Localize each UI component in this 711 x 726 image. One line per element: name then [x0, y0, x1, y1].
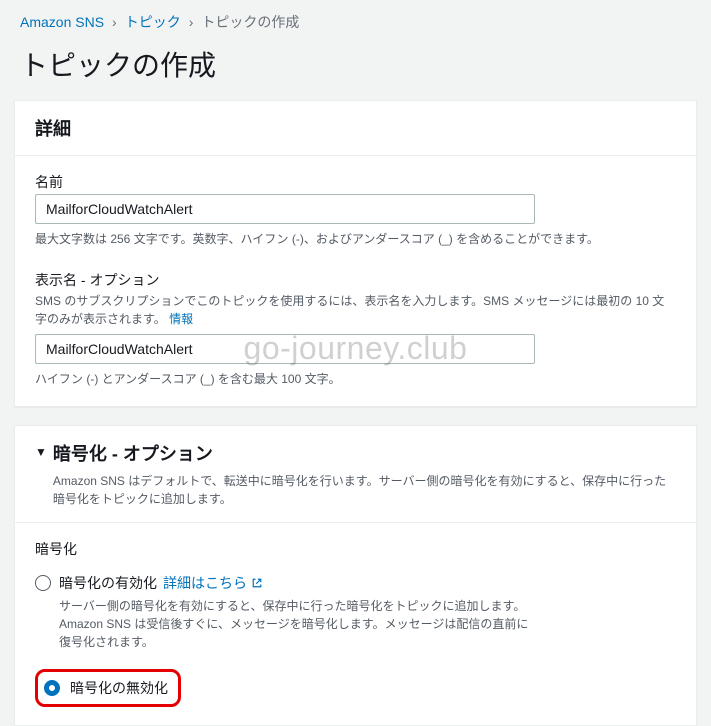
encryption-section-label: 暗号化 — [35, 539, 676, 559]
encryption-enable-option[interactable]: 暗号化の有効化 詳細はこちら サーバー側の暗号化を有効にすると、保存中に行った暗… — [35, 569, 676, 655]
display-name-field: 表示名 - オプション SMS のサブスクリプションでこのトピックを使用するには… — [35, 270, 676, 388]
encryption-header[interactable]: ▼ 暗号化 - オプション Amazon SNS はデフォルトで、転送中に暗号化… — [15, 426, 696, 523]
encryption-enable-desc: サーバー側の暗号化を有効にすると、保存中に行った暗号化をトピックに追加します。A… — [59, 597, 539, 651]
display-name-desc: SMS のサブスクリプションでこのトピックを使用するには、表示名を入力します。S… — [35, 292, 676, 328]
encryption-disable-option[interactable]: 暗号化の無効化 — [35, 669, 181, 707]
encryption-disable-label: 暗号化の無効化 — [70, 678, 168, 698]
breadcrumb-current: トピックの作成 — [201, 12, 299, 32]
encryption-radio-group: 暗号化の有効化 詳細はこちら サーバー側の暗号化を有効にすると、保存中に行った暗… — [35, 569, 676, 707]
radio-icon[interactable] — [44, 680, 60, 696]
encryption-learn-more-link[interactable]: 詳細はこちら — [163, 573, 263, 593]
chevron-right-icon: › — [112, 14, 117, 30]
display-name-input[interactable] — [35, 334, 535, 364]
breadcrumb: Amazon SNS › トピック › トピックの作成 — [0, 0, 711, 40]
encryption-header-title: 暗号化 - オプション — [53, 440, 676, 466]
name-field: 名前 最大文字数は 256 文字です。英数字、ハイフン (-)、およびアンダース… — [35, 172, 676, 248]
name-label: 名前 — [35, 172, 676, 192]
chevron-right-icon: › — [189, 14, 194, 30]
external-link-icon — [251, 577, 263, 589]
display-name-label: 表示名 - オプション — [35, 270, 676, 290]
radio-icon[interactable] — [35, 575, 51, 591]
details-panel: 詳細 名前 最大文字数は 256 文字です。英数字、ハイフン (-)、およびアン… — [14, 100, 697, 407]
breadcrumb-root-link[interactable]: Amazon SNS — [20, 14, 104, 30]
caret-down-icon: ▼ — [35, 445, 47, 459]
name-input[interactable] — [35, 194, 535, 224]
details-header: 詳細 — [15, 101, 696, 156]
display-name-info-link[interactable]: 情報 — [169, 312, 193, 326]
encryption-header-desc: Amazon SNS はデフォルトで、転送中に暗号化を行います。サーバー側の暗号… — [53, 472, 676, 508]
name-hint: 最大文字数は 256 文字です。英数字、ハイフン (-)、およびアンダースコア … — [35, 230, 676, 248]
encryption-enable-label: 暗号化の有効化 — [59, 573, 157, 593]
breadcrumb-topics-link[interactable]: トピック — [125, 12, 181, 32]
page-title: トピックの作成 — [0, 40, 711, 100]
display-name-hint: ハイフン (-) とアンダースコア (_) を含む最大 100 文字。 — [35, 370, 676, 388]
